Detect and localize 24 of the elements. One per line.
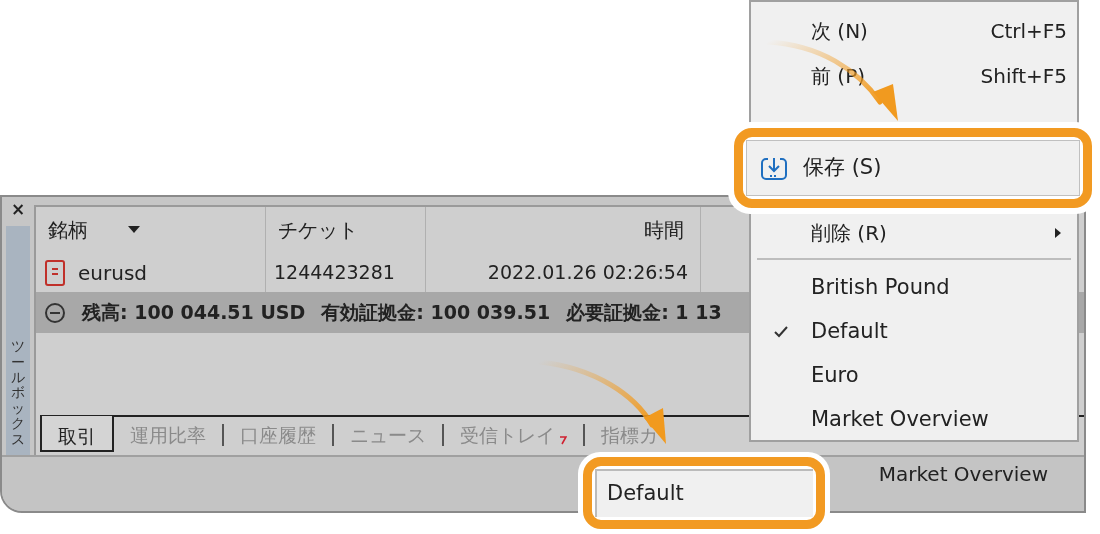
summary-text: 必要証拠金: 1 13 — [566, 300, 722, 326]
menu-item[interactable]: 次 (N) Ctrl+F5 — [751, 8, 1077, 53]
toolbox-label: ツールボックス — [6, 226, 30, 455]
dropdown-icon — [128, 226, 140, 234]
profile-button[interactable]: Default — [595, 469, 813, 517]
badge-icon — [559, 435, 567, 445]
submenu-arrow-icon — [1055, 228, 1061, 238]
tab[interactable]: 取引 — [40, 416, 114, 452]
menu-item[interactable]: Default — [751, 310, 1077, 354]
download-icon — [761, 156, 787, 180]
menu-item[interactable]: Euro — [751, 354, 1077, 398]
document-icon — [44, 258, 66, 287]
menu-item[interactable]: 保存 (S) — [746, 140, 1080, 196]
menu-item[interactable]: Market Overview — [751, 398, 1077, 442]
status-text: Market Overview — [878, 461, 1048, 488]
column-header[interactable]: チケット — [266, 207, 426, 253]
column-header[interactable]: 銘柄 — [36, 207, 266, 253]
menu-item[interactable]: 削除 (R) — [751, 214, 1077, 252]
column-header[interactable]: 時間 — [426, 207, 701, 253]
menu-item[interactable]: British Pound — [751, 266, 1077, 310]
summary-text: 有効証拠金: 100 039.51 — [321, 300, 551, 326]
collapse-icon — [44, 301, 66, 324]
close-button[interactable]: × — [10, 201, 26, 218]
summary-text: 残高: 100 044.51 USD — [82, 300, 306, 326]
